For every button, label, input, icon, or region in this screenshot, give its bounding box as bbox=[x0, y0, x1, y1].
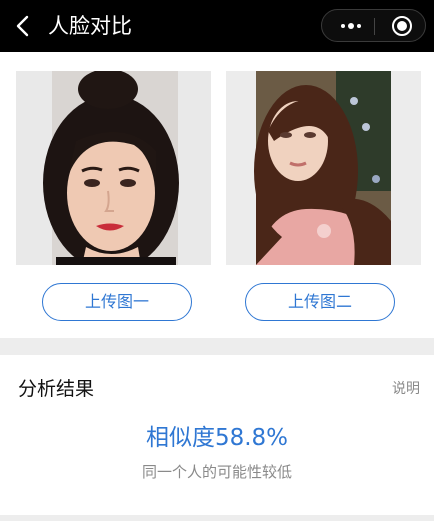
page-title: 人脸对比 bbox=[48, 14, 132, 38]
analysis-result-card: 分析结果 说明 相似度58.8% 同一个人的可能性较低 bbox=[0, 355, 434, 515]
face-photo-1 bbox=[16, 71, 211, 265]
capsule-divider bbox=[374, 18, 375, 35]
photo-compare-card: 上传图一 上传图二 bbox=[0, 52, 434, 338]
upload-image-2-button[interactable]: 上传图二 bbox=[245, 283, 395, 321]
nav-bar: 人脸对比 bbox=[0, 0, 434, 52]
chevron-left-icon[interactable] bbox=[12, 11, 36, 41]
explain-link[interactable]: 说明 bbox=[392, 378, 420, 398]
section-title: 分析结果 bbox=[18, 378, 95, 400]
verdict-text: 同一个人的可能性较低 bbox=[141, 463, 292, 481]
more-dots-icon[interactable] bbox=[335, 10, 363, 41]
upload-image-1-button[interactable]: 上传图一 bbox=[42, 283, 192, 321]
face-photo-2 bbox=[226, 71, 421, 265]
similarity-score: 相似度58.8% bbox=[145, 425, 289, 451]
target-circle-icon[interactable] bbox=[392, 16, 412, 36]
mini-program-capsule bbox=[321, 9, 426, 42]
